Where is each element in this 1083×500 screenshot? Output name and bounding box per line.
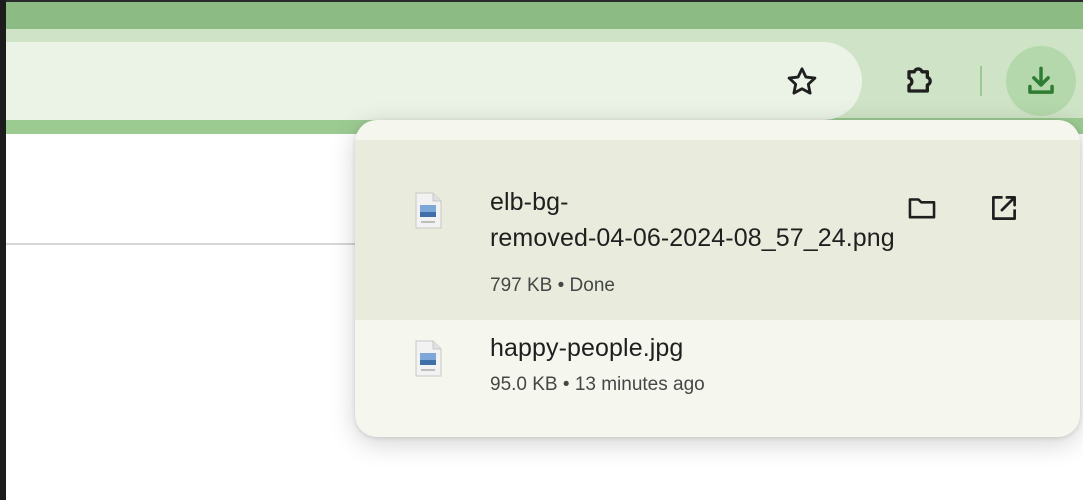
bookmark-star-button[interactable] [780,60,824,104]
download-status: 797 KB • Done [490,275,615,296]
download-file-name[interactable]: elb-bg- removed-04-06-2024-08_57_24.png [490,184,1050,256]
window-frame-top [0,0,1083,2]
address-bar[interactable] [0,42,862,120]
file-name-line-1: elb-bg- [490,188,569,216]
download-icon [1028,66,1054,94]
tab-strip [0,0,1083,29]
window-frame-left [0,0,6,500]
open-file-button[interactable] [982,186,1026,230]
folder-icon [908,198,936,219]
extensions-button[interactable] [895,57,943,105]
downloads-bubble: elb-bg- removed-04-06-2024-08_57_24.png … [355,120,1080,437]
image-file-icon [415,340,442,377]
open-external-icon [992,196,1016,220]
download-status: 95.0 KB • 13 minutes ago [490,374,705,395]
puzzle-piece-icon [907,67,932,93]
star-icon [787,67,817,95]
toolbar-separator [980,66,982,96]
download-file-name[interactable]: happy-people.jpg [490,330,1050,366]
content-divider [6,243,366,245]
file-name-line-2: removed-04-06-2024-08_57_24.png [490,224,895,252]
downloads-button[interactable] [1006,46,1076,116]
download-item[interactable]: elb-bg- removed-04-06-2024-08_57_24.png … [355,140,1080,320]
show-in-folder-button[interactable] [900,186,944,230]
download-item[interactable]: happy-people.jpg 95.0 KB • 13 minutes ag… [355,320,1080,437]
image-file-icon [415,192,442,229]
